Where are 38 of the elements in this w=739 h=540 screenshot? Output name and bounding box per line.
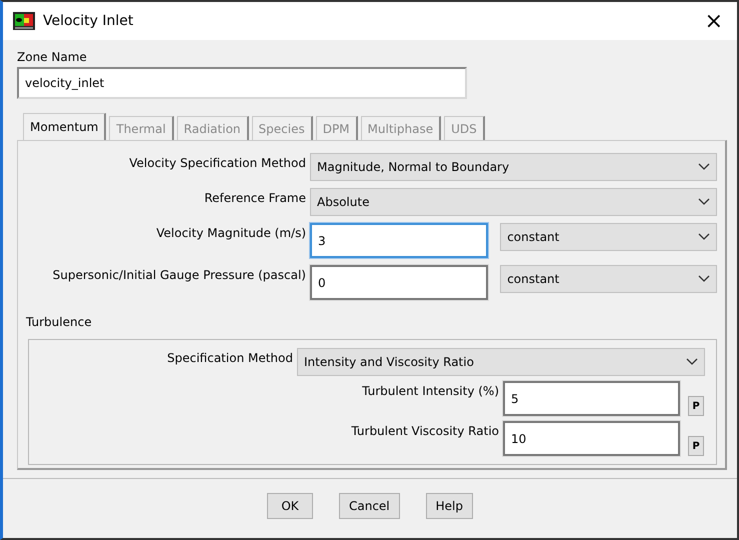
window-title: Velocity Inlet	[43, 13, 134, 29]
dropdown[interactable]: constant	[500, 265, 717, 293]
parameter-button[interactable]: P	[688, 396, 704, 416]
group-title: Turbulence	[26, 315, 93, 329]
dropdown-value: Intensity and Viscosity Ratio	[304, 355, 474, 369]
dropdown-value: Absolute	[317, 195, 370, 209]
text-input[interactable]: 3	[310, 223, 488, 258]
field-label: Supersonic/Initial Gauge Pressure (pascal)	[52, 267, 306, 282]
field-label: Turbulent Intensity (%)	[361, 383, 499, 398]
dropdown-value: constant	[507, 230, 560, 244]
app-icon	[13, 12, 35, 30]
dropdown-value: Magnitude, Normal to Boundary	[317, 160, 510, 174]
zone-name-input[interactable]: velocity_inlet	[17, 67, 467, 99]
dropdown-value: constant	[507, 272, 560, 286]
field-label: Turbulent Viscosity Ratio	[350, 423, 499, 438]
dropdown[interactable]: constant	[500, 223, 717, 251]
dialog-button[interactable]: Help	[426, 493, 473, 519]
dialog-button[interactable]: Cancel	[338, 493, 400, 519]
text-input[interactable]: 0	[310, 265, 488, 300]
chevron-down-icon	[698, 233, 710, 241]
dropdown[interactable]: Intensity and Viscosity Ratio	[297, 348, 705, 376]
text-input[interactable]: 5	[503, 381, 680, 416]
text-input[interactable]: 10	[503, 421, 680, 456]
zone-name-label: Zone Name	[17, 50, 88, 64]
parameter-button[interactable]: P	[688, 436, 704, 456]
tab[interactable]: Momentum	[23, 113, 106, 140]
chevron-down-icon	[698, 198, 710, 206]
dialog-button[interactable]: OK	[266, 493, 313, 519]
chevron-down-icon	[698, 275, 710, 283]
close-button[interactable]: ×	[698, 8, 729, 34]
chevron-down-icon	[698, 163, 710, 171]
field-label: Velocity Specification Method	[128, 155, 306, 170]
dropdown[interactable]: Magnitude, Normal to Boundary	[310, 153, 717, 181]
dropdown[interactable]: Absolute	[310, 188, 717, 216]
field-label: Specification Method	[166, 350, 293, 365]
chevron-down-icon	[686, 358, 698, 366]
field-label: Velocity Magnitude (m/s)	[155, 225, 306, 240]
field-label: Reference Frame	[203, 190, 306, 205]
